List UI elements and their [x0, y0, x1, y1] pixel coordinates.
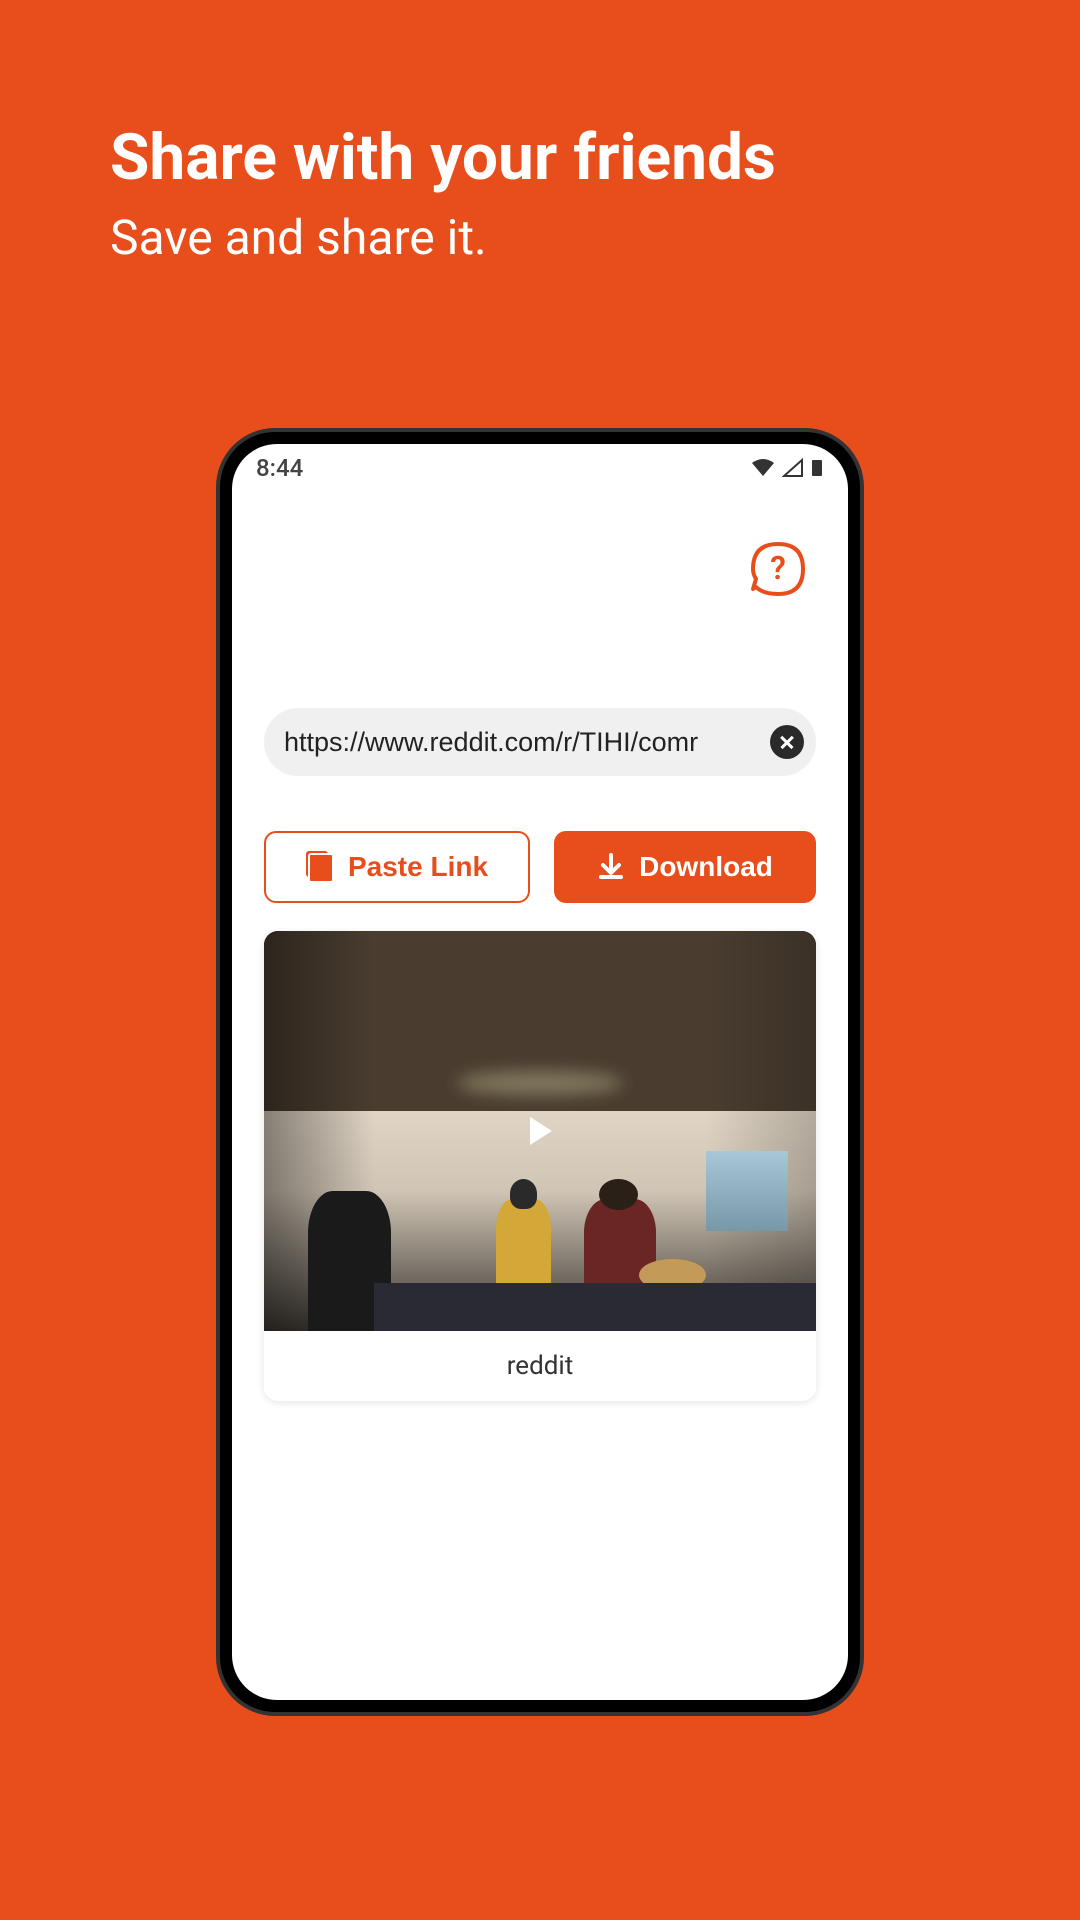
svg-text:?: ? [770, 549, 786, 587]
button-row: Paste Link Download [264, 831, 816, 903]
battery-icon [810, 458, 824, 478]
download-button-label: Download [639, 851, 773, 883]
url-input-container [264, 708, 816, 776]
download-icon [597, 853, 625, 881]
video-card[interactable]: reddit [264, 931, 816, 1401]
status-bar: 8:44 [232, 444, 848, 488]
paste-link-button[interactable]: Paste Link [264, 831, 530, 903]
paste-button-label: Paste Link [348, 851, 488, 883]
clear-button[interactable] [770, 725, 804, 759]
video-source-label: reddit [264, 1331, 816, 1401]
url-input[interactable] [284, 727, 770, 758]
status-icons [750, 458, 824, 478]
download-button[interactable]: Download [554, 831, 816, 903]
help-button[interactable]: ? [748, 539, 808, 599]
video-thumbnail[interactable] [264, 931, 816, 1331]
paste-icon [306, 851, 334, 883]
play-icon [522, 1113, 558, 1149]
wifi-icon [750, 458, 776, 478]
phone-frame: 8:44 ? [220, 432, 860, 1712]
phone-screen: 8:44 ? [232, 444, 848, 1700]
help-icon: ? [748, 539, 808, 599]
promo-header: Share with your friends Save and share i… [0, 0, 1080, 269]
signal-icon [782, 458, 804, 478]
main-content: Paste Link Download [232, 708, 848, 1401]
promo-subtitle: Save and share it. [110, 207, 970, 269]
status-time: 8:44 [256, 454, 303, 482]
promo-title: Share with your friends [110, 120, 970, 197]
